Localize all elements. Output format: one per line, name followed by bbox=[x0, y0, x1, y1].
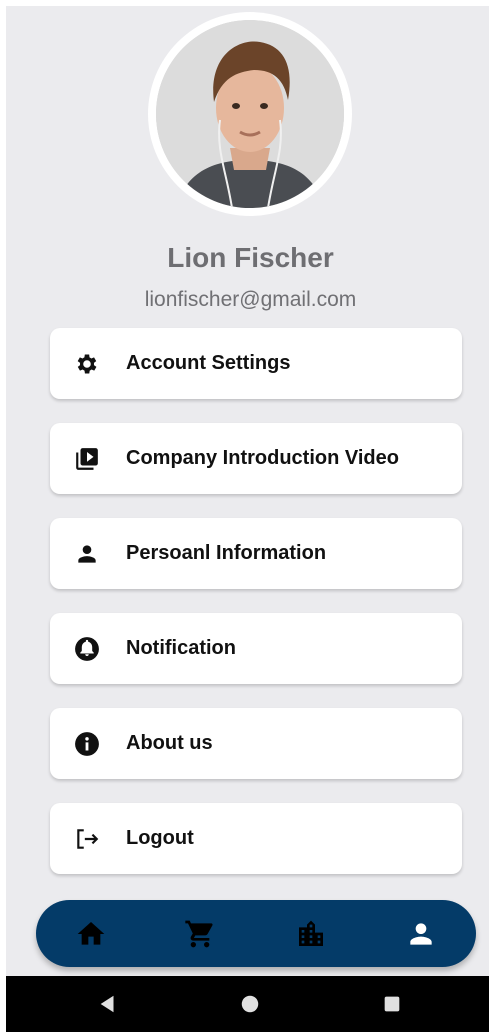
profile-name: Lion Fischer bbox=[167, 242, 334, 273]
info-icon bbox=[73, 730, 101, 758]
back-triangle-icon bbox=[100, 995, 114, 1013]
recents-button[interactable] bbox=[376, 988, 408, 1020]
menu-item-notification[interactable]: Notification bbox=[50, 613, 462, 684]
back-button[interactable] bbox=[92, 988, 124, 1020]
home-button[interactable] bbox=[234, 988, 266, 1020]
menu-item-company-video[interactable]: Company Introduction Video bbox=[50, 423, 462, 494]
menu-item-personal-information[interactable]: Persoanl Information bbox=[50, 518, 462, 589]
video-library-icon bbox=[73, 445, 101, 473]
menu-item-label: Logout bbox=[126, 827, 194, 849]
gear-icon bbox=[73, 350, 101, 378]
avatar-photo bbox=[156, 20, 344, 208]
cart-icon bbox=[185, 920, 213, 947]
building-icon bbox=[299, 920, 323, 946]
menu-item-about-us[interactable]: About us bbox=[50, 708, 462, 779]
nav-cart[interactable] bbox=[165, 900, 235, 967]
profile-email: lionfischer@gmail.com bbox=[144, 288, 357, 311]
bottom-navigation bbox=[36, 900, 476, 967]
avatar-frame bbox=[148, 12, 352, 216]
avatar[interactable] bbox=[156, 20, 344, 208]
settings-menu: Account Settings Company Introduction Vi… bbox=[50, 328, 462, 898]
menu-item-label: About us bbox=[126, 732, 213, 754]
nav-company[interactable] bbox=[276, 900, 346, 967]
home-icon bbox=[77, 921, 105, 945]
menu-item-label: Company Introduction Video bbox=[126, 447, 399, 469]
person-icon bbox=[73, 540, 101, 568]
menu-item-account-settings[interactable]: Account Settings bbox=[50, 328, 462, 399]
profile-screen: Lion Fischer lionfischer@gmail.com Accou… bbox=[6, 6, 489, 976]
bell-icon bbox=[73, 635, 101, 663]
menu-item-label: Notification bbox=[126, 637, 236, 659]
menu-item-label: Persoanl Information bbox=[126, 542, 327, 564]
system-navigation-bar bbox=[6, 976, 489, 1032]
logout-icon bbox=[73, 825, 101, 853]
person-icon bbox=[410, 922, 432, 945]
nav-profile[interactable] bbox=[386, 900, 456, 967]
nav-home[interactable] bbox=[56, 900, 126, 967]
recents-square-icon bbox=[384, 996, 400, 1012]
menu-item-logout[interactable]: Logout bbox=[50, 803, 462, 874]
home-circle-icon bbox=[241, 995, 259, 1013]
menu-item-label: Account Settings bbox=[126, 352, 291, 374]
